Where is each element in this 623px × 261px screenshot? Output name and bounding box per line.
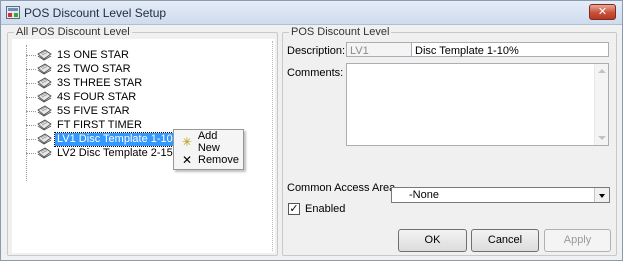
tree-connector — [26, 110, 36, 112]
tree-item[interactable]: 4S FOUR STAR — [26, 90, 138, 104]
discount-level-window: POS Discount Level Setup ✕ All POS Disco… — [0, 0, 623, 261]
tree-connector — [26, 68, 36, 70]
tree-connector — [26, 138, 36, 140]
code-value: LV1 — [350, 45, 369, 57]
tree-item-label: 2S TWO STAR — [57, 62, 131, 75]
detail-group-legend: POS Discount Level — [289, 26, 392, 38]
access-area-value: -None — [409, 189, 439, 201]
scroll-down-icon[interactable] — [598, 136, 606, 140]
chevron-down-icon[interactable] — [594, 188, 609, 202]
discount-card-icon — [37, 147, 52, 159]
app-icon — [6, 6, 20, 19]
discount-level-detail-group: POS Discount Level Description: LV1 Disc… — [282, 26, 617, 256]
tree-item-label: FT FIRST TIMER — [57, 118, 142, 131]
tree-item[interactable]: LV2 Disc Template 2-15% — [26, 146, 185, 160]
menu-label-remove: Remove — [198, 153, 239, 166]
discount-card-icon — [37, 77, 52, 89]
close-icon: ✕ — [597, 6, 608, 18]
access-area-label: Common Access Area — [287, 182, 396, 194]
window-title: POS Discount Level Setup — [24, 6, 167, 20]
checkmark-icon: ✓ — [289, 203, 299, 215]
tree-item-label: 5S FIVE STAR — [57, 104, 130, 117]
tree-connector — [26, 82, 36, 84]
description-field[interactable]: Disc Template 1-10% — [411, 42, 609, 57]
enabled-label: Enabled — [305, 203, 346, 215]
tree-connector — [26, 124, 36, 126]
tree-item[interactable]: 3S THREE STAR — [26, 76, 144, 90]
tree-item-label: LV2 Disc Template 2-15% — [57, 146, 183, 159]
menu-label-add-new: Add New — [197, 129, 220, 154]
cancel-button[interactable]: Cancel — [471, 229, 539, 252]
tree-item-label: 4S FOUR STAR — [57, 90, 137, 103]
description-value: Disc Template 1-10% — [415, 45, 519, 57]
tree-item[interactable]: 1S ONE STAR — [26, 48, 131, 62]
tree-connector — [26, 96, 36, 98]
tree-scroll-edge — [272, 41, 274, 251]
apply-button[interactable]: Apply — [544, 229, 611, 252]
scroll-up-icon[interactable] — [598, 69, 606, 73]
tree-item-label: LV1 Disc Template 1-10% — [54, 131, 186, 147]
tree-item[interactable]: FT FIRST TIMER — [26, 118, 144, 132]
discount-card-icon — [37, 105, 52, 117]
description-label: Description: — [287, 45, 346, 57]
menu-item-add-new[interactable]: ✳ Add New — [176, 130, 242, 154]
tree-item[interactable]: 5S FIVE STAR — [26, 104, 132, 118]
tree-item-label: 1S ONE STAR — [57, 48, 129, 61]
title-bar[interactable]: POS Discount Level Setup ✕ — [1, 1, 622, 25]
remove-icon: ✕ — [181, 152, 193, 167]
discount-card-icon — [37, 91, 52, 103]
add-new-icon: ✳ — [181, 134, 192, 149]
ok-button[interactable]: OK — [398, 229, 467, 252]
discount-card-icon — [37, 119, 52, 131]
discount-card-icon — [37, 133, 52, 145]
comments-scrollbar[interactable] — [594, 64, 608, 145]
close-button[interactable]: ✕ — [589, 4, 616, 20]
comments-label: Comments: — [287, 67, 344, 79]
list-group-legend: All POS Discount Level — [14, 26, 132, 38]
enabled-checkbox[interactable]: ✓ — [288, 203, 300, 215]
menu-item-remove[interactable]: ✕ Remove — [176, 151, 242, 168]
tree-item-label: 3S THREE STAR — [57, 76, 143, 89]
tree-connector — [26, 152, 36, 154]
discount-card-icon — [37, 49, 52, 61]
tree-item[interactable]: 2S TWO STAR — [26, 62, 133, 76]
code-field: LV1 — [346, 42, 412, 57]
tree-connector — [26, 54, 36, 56]
tree-item[interactable]: LV1 Disc Template 1-10% — [26, 131, 186, 147]
access-area-select[interactable]: -None — [391, 187, 610, 203]
discount-card-icon — [37, 63, 52, 75]
context-menu: ✳ Add New ✕ Remove — [173, 129, 244, 170]
comments-field[interactable] — [346, 63, 609, 146]
